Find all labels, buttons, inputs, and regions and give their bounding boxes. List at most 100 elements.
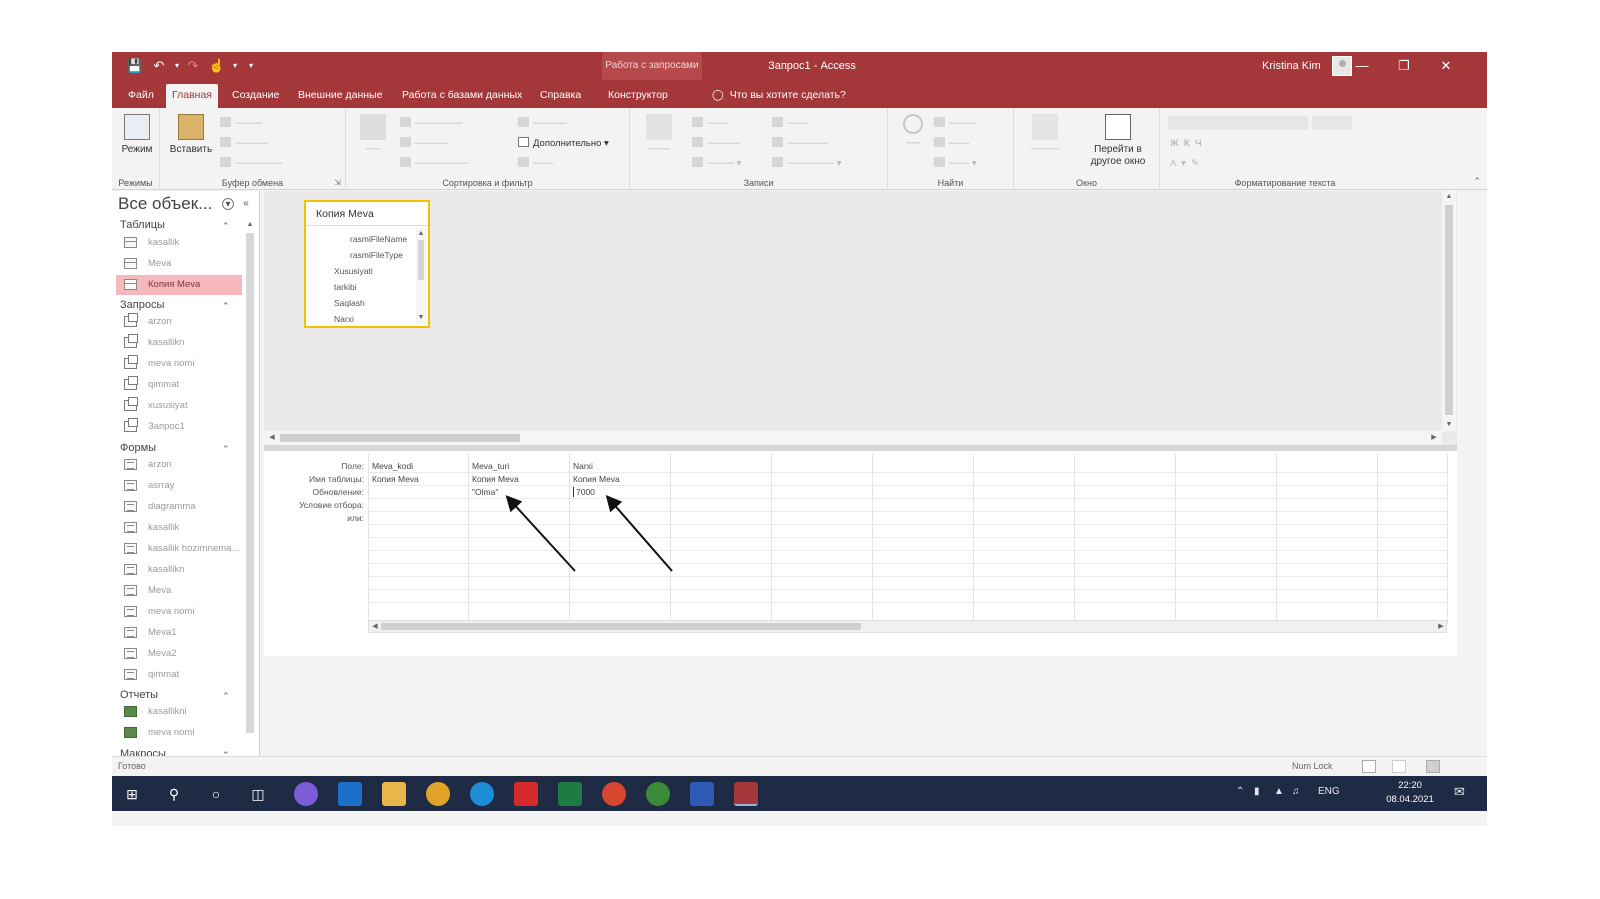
- field-scroll-down-icon[interactable]: ▼: [415, 312, 427, 324]
- cortana-icon[interactable]: ○: [204, 782, 228, 806]
- upper-scroll-right-icon[interactable]: ▶: [1428, 432, 1440, 444]
- shutter-bar-icon[interactable]: «: [240, 198, 252, 210]
- file-explorer-icon[interactable]: [382, 782, 406, 806]
- clock[interactable]: 22:20 08.04.2021: [1380, 779, 1440, 807]
- nav-item[interactable]: kasallikn: [116, 333, 242, 353]
- field-scroll-thumb[interactable]: [418, 240, 424, 280]
- nav-item[interactable]: kasallik hozirnnema...: [116, 539, 242, 559]
- paste-button[interactable]: Вставить: [166, 112, 216, 172]
- upper-horizontal-scrollbar[interactable]: ◀ ▶: [264, 431, 1442, 445]
- upper-vertical-scrollbar[interactable]: ▲ ▼: [1442, 191, 1456, 431]
- nav-item[interactable]: diagramma: [116, 497, 242, 517]
- field-item[interactable]: rasmiFileName: [350, 234, 407, 244]
- switch-window-button[interactable]: Перейти в другое окно: [1080, 112, 1156, 172]
- design-view-icon[interactable]: [1426, 760, 1440, 773]
- cell-update[interactable]: "Olma": [472, 487, 498, 497]
- collapse-ribbon-icon[interactable]: ⌃: [1473, 176, 1481, 187]
- nav-item[interactable]: meva nomi: [116, 354, 242, 374]
- tell-me-box[interactable]: ◯ Что вы хотите сделать?: [712, 84, 846, 108]
- collapse-reports-icon[interactable]: ⌃: [222, 691, 230, 702]
- scroll-up-icon[interactable]: ▲: [244, 219, 256, 231]
- field-item[interactable]: Saqlash: [334, 298, 365, 308]
- chrome-alt-icon[interactable]: [646, 782, 670, 806]
- cell-table[interactable]: Копия Meva: [573, 474, 620, 484]
- tab-design[interactable]: Конструктор: [602, 84, 674, 108]
- notifications-icon[interactable]: ✉: [1454, 784, 1465, 800]
- field-item[interactable]: Narxi: [334, 314, 354, 324]
- field-list-title[interactable]: Копия Meva: [306, 202, 428, 226]
- nav-item[interactable]: asrray: [116, 476, 242, 496]
- mode-button[interactable]: Режим: [112, 112, 162, 172]
- language-indicator[interactable]: ENG: [1318, 786, 1340, 797]
- tab-create[interactable]: Создание: [226, 84, 285, 108]
- close-button[interactable]: ✕: [1426, 52, 1466, 80]
- grid-scroll-right-icon[interactable]: ▶: [1435, 621, 1447, 633]
- edge-icon[interactable]: [470, 782, 494, 806]
- nav-item[interactable]: arzon: [116, 312, 242, 332]
- nav-item[interactable]: qimmat: [116, 375, 242, 395]
- nav-item[interactable]: qimmat: [116, 665, 242, 685]
- search-icon[interactable]: ⚲: [162, 782, 186, 806]
- tab-help[interactable]: Справка: [534, 84, 587, 108]
- grid-column-empty[interactable]: [1378, 454, 1448, 624]
- nav-section-reports[interactable]: Отчеты: [120, 689, 158, 701]
- nav-item[interactable]: Meva: [116, 254, 242, 274]
- advanced-button[interactable]: Дополнительно ▾: [518, 136, 609, 152]
- grid-column-empty[interactable]: [1277, 454, 1378, 624]
- cell-table[interactable]: Копия Meva: [372, 474, 419, 484]
- cell-field[interactable]: Meva_turi: [472, 461, 509, 471]
- cell-field[interactable]: Narxi: [573, 461, 593, 471]
- nav-item[interactable]: meva nomi: [116, 723, 242, 743]
- tab-database-tools[interactable]: Работа с базами данных: [396, 84, 528, 108]
- upper-vscroll-thumb[interactable]: [1445, 205, 1453, 415]
- restore-button[interactable]: ❐: [1384, 52, 1424, 80]
- dialog-launcher-icon[interactable]: ⇲: [334, 178, 341, 187]
- tab-home[interactable]: Главная: [166, 84, 218, 108]
- powerpoint-icon[interactable]: [602, 782, 626, 806]
- grid-scroll-left-icon[interactable]: ◀: [369, 621, 381, 633]
- nav-scroll-thumb[interactable]: [246, 233, 254, 733]
- battery-icon[interactable]: ▮: [1254, 786, 1260, 797]
- chrome-icon[interactable]: [426, 782, 450, 806]
- grid-column-empty[interactable]: [974, 454, 1075, 624]
- grid-column-empty[interactable]: [1176, 454, 1277, 624]
- show-hidden-icons-icon[interactable]: ⌃: [1236, 786, 1244, 797]
- nav-title[interactable]: Все объек...: [118, 194, 212, 214]
- nav-item[interactable]: kasallik: [116, 233, 242, 253]
- grid-hscroll-thumb[interactable]: [381, 623, 861, 630]
- nav-item[interactable]: meva nomi: [116, 602, 242, 622]
- field-scroll-up-icon[interactable]: ▲: [415, 228, 427, 240]
- tab-file[interactable]: Файл: [122, 84, 160, 108]
- collapse-tables-icon[interactable]: ⌃: [222, 221, 230, 232]
- grid-column-empty[interactable]: [671, 454, 772, 624]
- table-field-list[interactable]: Копия Meva rasmiFileName rasmiFileType X…: [304, 200, 430, 328]
- grid-column-empty[interactable]: [1075, 454, 1176, 624]
- tab-external-data[interactable]: Внешние данные: [292, 84, 388, 108]
- query-tables-pane[interactable]: [264, 191, 1457, 445]
- acrobat-icon[interactable]: [514, 782, 538, 806]
- excel-icon[interactable]: [558, 782, 582, 806]
- upper-scroll-left-icon[interactable]: ◀: [266, 432, 278, 444]
- volume-icon[interactable]: ♫: [1292, 786, 1300, 797]
- field-item[interactable]: Xususiyati: [334, 266, 373, 276]
- grid-column-empty[interactable]: [772, 454, 873, 624]
- nav-item[interactable]: arzon: [116, 455, 242, 475]
- access-icon[interactable]: [734, 782, 758, 806]
- undo-icon[interactable]: ↶: [150, 57, 168, 75]
- upper-scroll-up-icon[interactable]: ▲: [1443, 191, 1455, 203]
- nav-item[interactable]: kasallikni: [116, 702, 242, 722]
- nav-scrollbar[interactable]: ▲ ▼: [244, 219, 256, 779]
- cell-table[interactable]: Копия Meva: [472, 474, 519, 484]
- minimize-button[interactable]: —: [1342, 52, 1382, 80]
- nav-item[interactable]: Meva1: [116, 623, 242, 643]
- cell-field[interactable]: Meva_kodi: [372, 461, 413, 471]
- field-item[interactable]: tarkibi: [334, 282, 357, 292]
- grid-horizontal-scrollbar[interactable]: ◀ ▶: [368, 620, 1447, 633]
- upper-scroll-down-icon[interactable]: ▼: [1443, 419, 1455, 431]
- nav-item[interactable]: xususiyat: [116, 396, 242, 416]
- cell-update[interactable]: 7000: [573, 487, 595, 497]
- wifi-icon[interactable]: ▲: [1274, 786, 1284, 797]
- touch-mode-icon[interactable]: ☝: [208, 57, 226, 75]
- word-icon[interactable]: [690, 782, 714, 806]
- nav-section-tables[interactable]: Таблицы: [120, 219, 165, 231]
